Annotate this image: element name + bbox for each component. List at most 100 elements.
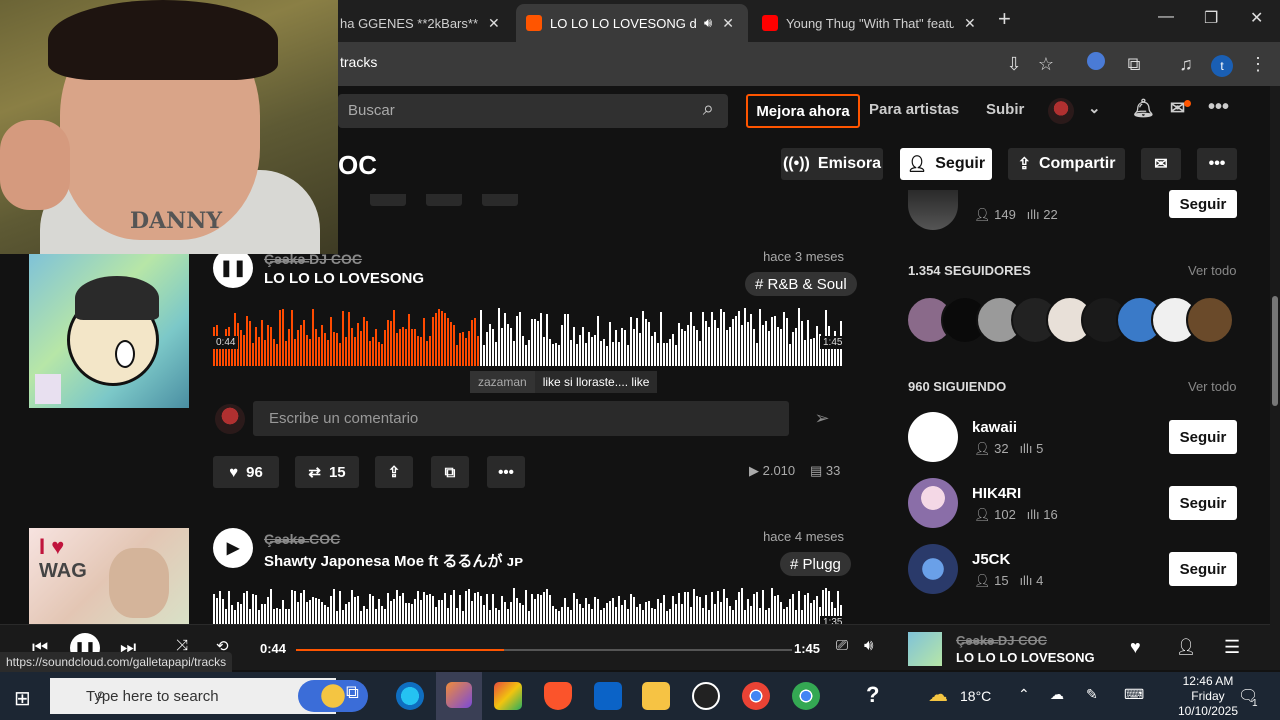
more-button[interactable]: •••: [1197, 148, 1237, 180]
track-artist[interactable]: Ç̶ǝ̶ǝ̶k̶ǝ̶ COC: [264, 531, 340, 547]
user-name[interactable]: HIK4RI: [972, 485, 1021, 502]
follow-button[interactable]: 👤︎ Seguir: [900, 148, 992, 180]
chrome-icon[interactable]: [792, 682, 820, 710]
track-artwork[interactable]: I ♥ WAG: [29, 528, 189, 624]
track-waveform[interactable]: [213, 306, 845, 366]
edge-icon[interactable]: [396, 682, 424, 710]
send-icon[interactable]: ➢: [799, 401, 845, 436]
comment-input[interactable]: Escribe un comentario: [253, 401, 789, 436]
track-title[interactable]: LO LO LO LOVESONG: [264, 270, 424, 287]
follow-button[interactable]: Seguir: [1169, 190, 1237, 218]
action-button[interactable]: [482, 194, 518, 206]
action-button[interactable]: [426, 194, 462, 206]
play-button[interactable]: ▶: [213, 528, 253, 568]
task-view-icon[interactable]: ⧉: [346, 682, 374, 710]
tab-1[interactable]: ha GGENES **2kBars** de ✕: [330, 4, 512, 42]
station-button[interactable]: ((•)) Emisora: [781, 148, 883, 180]
chevron-down-icon[interactable]: ⌄: [1088, 99, 1101, 117]
extensions-puzzle-icon[interactable]: ⧉: [1122, 52, 1146, 76]
player-progress[interactable]: [296, 649, 792, 651]
track-waveform[interactable]: [213, 584, 845, 624]
install-icon[interactable]: ⇩: [1002, 52, 1026, 76]
keyboard-icon[interactable]: ⌨: [1124, 686, 1144, 703]
obs-icon[interactable]: [692, 682, 720, 710]
follow-user-icon[interactable]: 👤︎: [1176, 637, 1196, 657]
follow-button[interactable]: Seguir: [1169, 420, 1237, 454]
kebab-menu-icon[interactable]: ⋮: [1246, 52, 1270, 76]
file-explorer-icon[interactable]: [642, 682, 670, 710]
queue-icon[interactable]: ☰: [1224, 637, 1240, 658]
follow-button[interactable]: Seguir: [1169, 552, 1237, 586]
for-artists-link[interactable]: Para artistas: [869, 101, 959, 118]
tab-2[interactable]: LO LO LO LOVESONG de Ç 🔊︎ ✕: [516, 4, 748, 42]
now-playing-artist[interactable]: Ç̶ǝ̶ǝ̶k̶ǝ̶ DJ COC: [956, 633, 1047, 648]
messages-icon[interactable]: ✉: [1170, 98, 1185, 119]
more-button[interactable]: •••: [487, 456, 525, 488]
user-name[interactable]: kawaii: [972, 419, 1017, 436]
like-button[interactable]: ♥ 96: [213, 456, 279, 488]
track-artwork[interactable]: [29, 254, 189, 408]
user-name[interactable]: J5CK: [972, 551, 1010, 568]
pause-button[interactable]: ❚❚: [213, 248, 253, 288]
restore-icon[interactable]: ❐: [1204, 8, 1218, 28]
see-all-link[interactable]: Ver todo: [1188, 263, 1236, 278]
new-tab-icon[interactable]: +: [998, 6, 1011, 32]
scrollbar-thumb[interactable]: [1272, 296, 1278, 406]
now-playing-title[interactable]: LO LO LO LOVESONG: [956, 650, 1095, 665]
message-button[interactable]: ✉: [1141, 148, 1181, 180]
help-icon[interactable]: ?: [866, 682, 894, 710]
taskbar-clock[interactable]: 12:46 AM Friday 10/10/2025: [1178, 672, 1238, 719]
user-avatar[interactable]: [908, 190, 958, 230]
share-button[interactable]: ⇪ Compartir: [1008, 148, 1125, 180]
heart-icon[interactable]: ♥: [1130, 637, 1141, 658]
chevron-up-icon[interactable]: ⌃: [1018, 686, 1030, 703]
store-icon[interactable]: [494, 682, 522, 710]
now-playing-artwork[interactable]: [908, 632, 942, 666]
profile-icon[interactable]: t: [1210, 52, 1234, 77]
weather-icon[interactable]: ☁: [928, 682, 956, 710]
notifications-bell-icon[interactable]: 🔔︎: [1132, 98, 1155, 119]
comment-user[interactable]: zazaman: [470, 371, 535, 393]
copilot-icon[interactable]: [436, 672, 482, 720]
track-title[interactable]: Shawty Japonesa Moe ft るるんが ᴊᴘ: [264, 550, 523, 571]
user-avatar[interactable]: [908, 544, 958, 594]
genre-tag[interactable]: # Plugg: [780, 552, 851, 576]
extension-avatar-icon[interactable]: [1084, 52, 1108, 76]
follow-button[interactable]: Seguir: [1169, 486, 1237, 520]
repost-button[interactable]: ⇄ 15: [295, 456, 359, 488]
user-avatar[interactable]: [1048, 98, 1074, 124]
bookmark-star-icon[interactable]: ☆: [1034, 52, 1058, 76]
action-button[interactable]: [370, 194, 406, 206]
scrollbar[interactable]: [1270, 86, 1280, 670]
windows-start-icon[interactable]: ⊞: [14, 686, 31, 711]
speaker-icon[interactable]: 🔊︎: [704, 15, 712, 31]
taskbar-search[interactable]: ⌕ Type here to search: [50, 678, 368, 714]
media-control-icon[interactable]: ♫: [1174, 52, 1198, 76]
minimize-icon[interactable]: —: [1158, 8, 1174, 26]
tab-3[interactable]: Young Thug "With That" featuri ✕: [752, 4, 988, 42]
url-field[interactable]: tracks: [340, 54, 377, 70]
more-menu-icon[interactable]: •••: [1208, 96, 1229, 119]
follower-avatar[interactable]: [1186, 296, 1234, 344]
close-icon[interactable]: ✕: [964, 15, 976, 32]
close-icon[interactable]: ✕: [722, 15, 734, 32]
copy-link-button[interactable]: ⧉: [431, 456, 469, 488]
see-all-link[interactable]: Ver todo: [1188, 379, 1236, 394]
user-avatar[interactable]: [908, 412, 958, 462]
genre-tag[interactable]: # R&B & Soul: [745, 272, 857, 296]
volume-icon[interactable]: 🔊︎: [864, 637, 873, 654]
onedrive-icon[interactable]: ☁: [1050, 686, 1064, 703]
search-input[interactable]: Buscar ⌕: [338, 94, 728, 128]
close-icon[interactable]: ✕: [488, 15, 500, 32]
user-avatar[interactable]: [908, 478, 958, 528]
comment-count[interactable]: ▤ 33: [810, 463, 840, 479]
outlook-icon[interactable]: [594, 682, 622, 710]
share-button[interactable]: ⇪: [375, 456, 413, 488]
brave-icon[interactable]: [544, 682, 572, 710]
upgrade-button[interactable]: Mejora ahora: [746, 94, 860, 128]
upload-link[interactable]: Subir: [986, 101, 1024, 118]
pen-icon[interactable]: ✎: [1086, 686, 1098, 703]
cast-icon[interactable]: ⎚: [836, 637, 848, 654]
close-window-icon[interactable]: ✕: [1250, 8, 1263, 28]
search-icon[interactable]: ⌕: [703, 98, 714, 121]
